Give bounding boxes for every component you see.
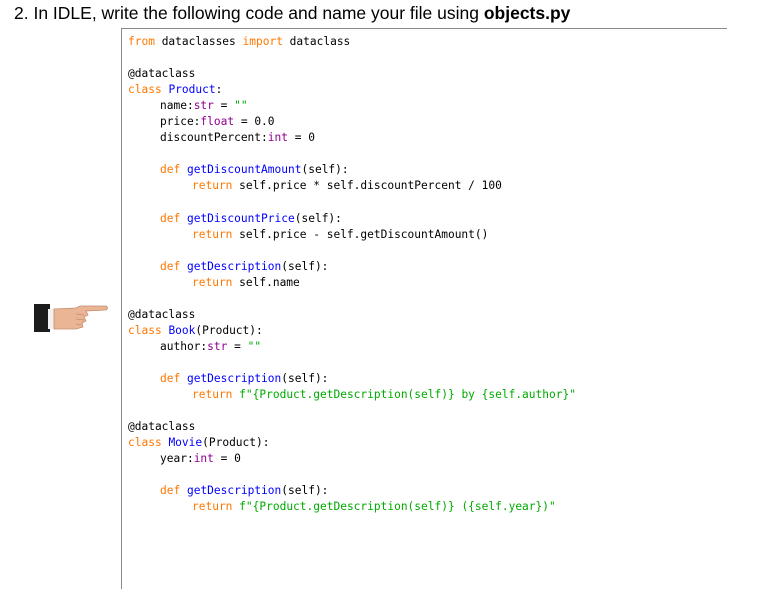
code-token: f"{Product.getDescription(self)} by {sel… — [239, 388, 576, 402]
code-line: return f"{Product.getDescription(self)} … — [192, 500, 556, 514]
code-token: getDiscountAmount — [186, 163, 302, 177]
code-token: self.price - self.getDiscountAmount() — [232, 227, 489, 241]
code-token: dataclasses — [154, 35, 243, 48]
code-token: int — [267, 131, 288, 145]
code-token: from — [128, 35, 155, 48]
code-line: price:float = 0.0 — [160, 115, 275, 129]
code-token: return — [192, 227, 233, 241]
code-editor[interactable]: from dataclasses import dataclass @datacl… — [121, 28, 727, 589]
code-token: author: — [160, 339, 208, 353]
code-token: @dataclass — [128, 420, 196, 434]
code-token: def — [160, 211, 181, 225]
code-token: discountPercent: — [160, 131, 268, 145]
code-token: = — [227, 339, 248, 353]
code-token: @dataclass — [128, 67, 196, 81]
code-token: price: — [160, 115, 201, 129]
code-token: = — [213, 99, 235, 113]
code-token: class — [128, 323, 162, 337]
code-token: self.name — [232, 275, 300, 289]
code-token: return — [192, 275, 233, 289]
code-line: year:int = 0 — [160, 452, 241, 466]
code-line: def getDiscountPrice(self): — [160, 212, 342, 226]
code-line: @dataclass — [128, 420, 195, 434]
code-token: "" — [247, 339, 262, 353]
code-line: class Movie(Product): — [128, 436, 269, 450]
code-token: name: — [160, 99, 194, 113]
code-token: getDescription — [186, 484, 282, 498]
code-token: Book — [168, 323, 196, 337]
code-token: class — [128, 436, 162, 450]
code-token: getDescription — [186, 372, 282, 386]
code-line: discountPercent:int = 0 — [160, 131, 315, 145]
code-token: return — [192, 500, 233, 514]
code-line: def getDescription(self): — [160, 484, 328, 498]
code-line: class Book(Product): — [128, 324, 263, 338]
code-token: @dataclass — [128, 307, 196, 321]
code-token: = 0 — [213, 452, 241, 466]
code-line: class Product: — [128, 83, 222, 97]
instruction-text: 2. In IDLE, write the following code and… — [14, 3, 484, 23]
code-line: def getDiscountAmount(self): — [160, 163, 349, 177]
instruction-heading: 2. In IDLE, write the following code and… — [14, 3, 570, 24]
code-token: self.price * self.discountPercent / 100 — [232, 179, 502, 193]
code-token: float — [200, 115, 235, 129]
code-line: return f"{Product.getDescription(self)} … — [192, 388, 576, 402]
code-token: = 0.0 — [234, 115, 275, 129]
code-token: getDiscountPrice — [186, 211, 295, 225]
code-line: return self.name — [192, 276, 300, 290]
code-token: def — [160, 484, 181, 498]
code-line: name:str = "" — [160, 99, 248, 113]
code-token: (self): — [281, 259, 329, 273]
code-token: return — [192, 179, 233, 193]
code-line: def getDescription(self): — [160, 372, 328, 386]
code-token: import — [242, 35, 283, 48]
code-token: (self): — [281, 484, 329, 498]
code-token: class — [128, 83, 162, 97]
code-token: (self): — [281, 372, 329, 386]
code-token: str — [207, 339, 228, 353]
code-line: return self.price - self.getDiscountAmou… — [192, 228, 488, 242]
code-token: def — [160, 163, 181, 177]
code-token: = 0 — [288, 131, 315, 145]
code-line: @dataclass — [128, 308, 195, 322]
code-token: : — [215, 83, 223, 97]
code-token: getDescription — [186, 259, 282, 273]
code-token: def — [160, 372, 181, 386]
code-token: dataclass — [282, 35, 351, 48]
code-line: return self.price * self.discountPercent… — [192, 179, 502, 193]
code-token: year: — [160, 452, 194, 466]
pointing-hand-icon — [34, 304, 108, 332]
code-token: def — [160, 259, 181, 273]
code-line: from dataclasses import dataclass — [128, 35, 350, 49]
code-token: return — [192, 388, 233, 402]
code-token: "" — [234, 99, 248, 113]
code-token: int — [193, 452, 214, 466]
code-token: Product — [168, 83, 216, 97]
code-line: author:str = "" — [160, 340, 261, 354]
code-line: @dataclass — [128, 67, 195, 81]
code-token: (self): — [294, 211, 342, 225]
code-token: (Product): — [195, 323, 263, 337]
filename-text: objects.py — [483, 3, 571, 23]
code-token: (Product): — [202, 436, 270, 450]
code-token: (self): — [301, 163, 349, 177]
code-token: f"{Product.getDescription(self)} ({self.… — [239, 500, 556, 514]
code-line: def getDescription(self): — [160, 260, 328, 274]
code-token: str — [193, 99, 214, 113]
code-token: Movie — [168, 436, 203, 450]
